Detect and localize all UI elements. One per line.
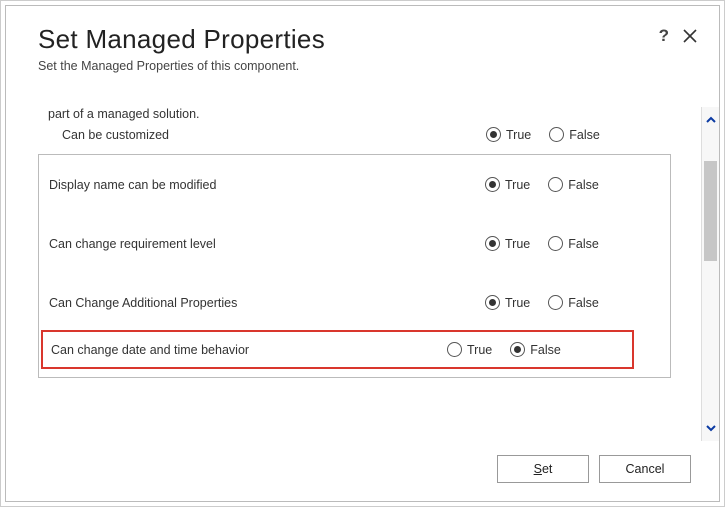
radio-label: True	[505, 237, 530, 251]
radio-group-display-name: True False	[485, 177, 660, 192]
radio-label: False	[569, 128, 600, 142]
radio-icon	[447, 342, 462, 357]
help-icon[interactable]: ?	[659, 26, 669, 46]
content-area: part of a managed solution. Can be custo…	[6, 107, 719, 441]
radio-label: False	[568, 178, 599, 192]
row-display-name: Display name can be modified True False	[39, 155, 670, 214]
radio-label: True	[506, 128, 531, 142]
scroll-body: part of a managed solution. Can be custo…	[38, 107, 671, 441]
row-additional-props: Can Change Additional Properties True Fa…	[39, 273, 670, 332]
label-additional-props: Can Change Additional Properties	[49, 296, 485, 310]
row-can-be-customized: Can be customized True False	[38, 121, 671, 152]
radio-datetime-behavior-false[interactable]: False	[510, 342, 561, 357]
set-button-accel: S	[534, 462, 542, 476]
radio-group-datetime-behavior: True False	[447, 342, 622, 357]
radio-label: False	[568, 237, 599, 251]
scroll-down-icon[interactable]	[702, 415, 719, 441]
radio-label: True	[505, 178, 530, 192]
radio-requirement-level-true[interactable]: True	[485, 236, 530, 251]
radio-icon	[485, 236, 500, 251]
label-display-name: Display name can be modified	[49, 178, 485, 192]
cancel-button[interactable]: Cancel	[599, 455, 691, 483]
close-icon[interactable]	[683, 29, 697, 43]
radio-icon	[548, 236, 563, 251]
vertical-scrollbar[interactable]	[701, 107, 719, 441]
radio-can-be-customized-false[interactable]: False	[549, 127, 600, 142]
dialog-subtitle: Set the Managed Properties of this compo…	[38, 59, 691, 73]
set-button-rest: et	[542, 462, 552, 476]
radio-datetime-behavior-true[interactable]: True	[447, 342, 492, 357]
radio-icon	[549, 127, 564, 142]
dialog-footer: Set Cancel	[6, 441, 719, 501]
radio-display-name-false[interactable]: False	[548, 177, 599, 192]
radio-requirement-level-false[interactable]: False	[548, 236, 599, 251]
highlight-box: Can change date and time behavior True F…	[41, 330, 634, 369]
radio-additional-props-false[interactable]: False	[548, 295, 599, 310]
label-can-be-customized: Can be customized	[62, 128, 486, 142]
radio-group-requirement-level: True False	[485, 236, 660, 251]
dialog-title: Set Managed Properties	[38, 24, 691, 55]
radio-group-additional-props: True False	[485, 295, 660, 310]
radio-icon	[486, 127, 501, 142]
radio-icon	[485, 295, 500, 310]
row-datetime-behavior: Can change date and time behavior True F…	[51, 342, 622, 357]
radio-display-name-true[interactable]: True	[485, 177, 530, 192]
radio-group-can-be-customized: True False	[486, 127, 661, 142]
radio-icon	[548, 295, 563, 310]
radio-can-be-customized-true[interactable]: True	[486, 127, 531, 142]
radio-label: True	[467, 343, 492, 357]
scroll-up-icon[interactable]	[702, 107, 719, 133]
sub-properties-box: Display name can be modified True False	[38, 154, 671, 378]
managed-properties-dialog: Set Managed Properties Set the Managed P…	[5, 5, 720, 502]
scroll-thumb[interactable]	[704, 161, 717, 261]
dialog-header: Set Managed Properties Set the Managed P…	[6, 6, 719, 79]
radio-label: False	[568, 296, 599, 310]
truncated-description: part of a managed solution.	[48, 107, 671, 121]
radio-label: True	[505, 296, 530, 310]
label-datetime-behavior: Can change date and time behavior	[51, 343, 447, 357]
radio-icon	[485, 177, 500, 192]
set-button[interactable]: Set	[497, 455, 589, 483]
row-requirement-level: Can change requirement level True False	[39, 214, 670, 273]
header-controls: ?	[659, 26, 697, 46]
label-requirement-level: Can change requirement level	[49, 237, 485, 251]
radio-icon	[510, 342, 525, 357]
radio-additional-props-true[interactable]: True	[485, 295, 530, 310]
radio-icon	[548, 177, 563, 192]
radio-label: False	[530, 343, 561, 357]
